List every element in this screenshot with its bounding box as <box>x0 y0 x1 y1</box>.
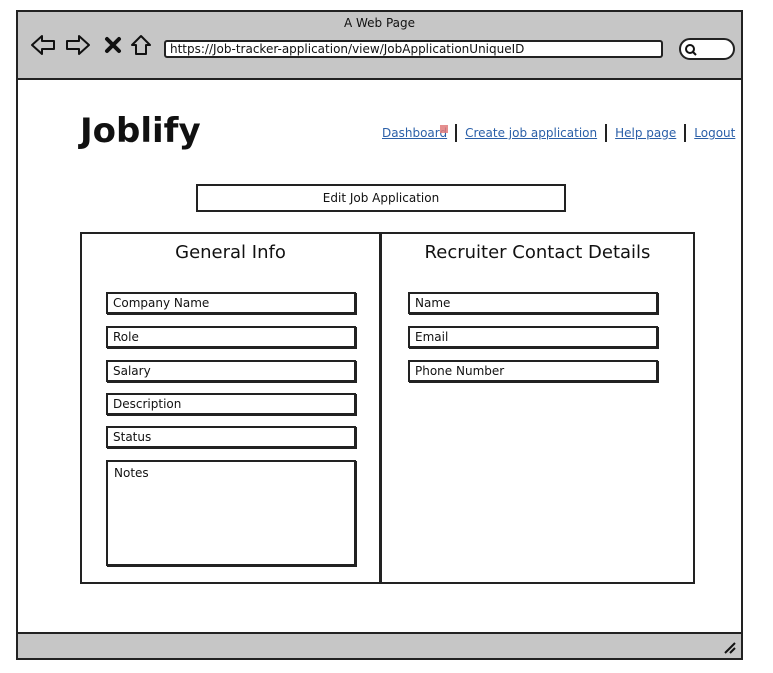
top-navigation: Dashboard Create job application Help pa… <box>382 124 735 142</box>
general-info-title: General Info <box>175 242 286 263</box>
description-field[interactable]: Description <box>106 393 356 415</box>
notes-textarea[interactable]: Notes <box>106 460 356 566</box>
browser-search-box[interactable] <box>679 38 735 60</box>
nav-divider <box>605 124 608 142</box>
nav-link-logout[interactable]: Logout <box>694 126 735 140</box>
nav-link-help-page[interactable]: Help page <box>615 126 676 140</box>
forward-arrow-icon[interactable] <box>65 32 91 58</box>
app-logo: Joblify <box>80 111 201 151</box>
window-title: A Web Page <box>343 16 416 30</box>
search-icon <box>685 44 697 56</box>
back-arrow-icon[interactable] <box>30 32 56 58</box>
browser-status-bar <box>18 632 741 658</box>
nav-link-create-job-application[interactable]: Create job application <box>465 126 597 140</box>
recruiter-contact-panel: Recruiter Contact Details Name Email Pho… <box>380 232 695 584</box>
company-name-field[interactable]: Company Name <box>106 292 356 314</box>
salary-field[interactable]: Salary <box>106 360 356 382</box>
address-bar[interactable]: https://Job-tracker-application/view/Job… <box>164 40 663 58</box>
home-icon[interactable] <box>128 32 154 58</box>
cursor-marker <box>440 125 449 133</box>
role-field[interactable]: Role <box>106 326 356 348</box>
recruiter-name-field[interactable]: Name <box>408 292 658 314</box>
close-x-icon[interactable] <box>100 32 126 58</box>
edit-job-application-button[interactable]: Edit Job Application <box>196 184 566 212</box>
recruiter-phone-field[interactable]: Phone Number <box>408 360 658 382</box>
browser-chrome: A Web Page https://Job-tracker-applicati… <box>18 12 741 80</box>
nav-divider <box>455 124 458 142</box>
page-content: Joblify Dashboard Create job application… <box>18 80 741 634</box>
resize-grip-icon[interactable] <box>721 641 737 655</box>
recruiter-email-field[interactable]: Email <box>408 326 658 348</box>
nav-link-dashboard[interactable]: Dashboard <box>382 126 447 140</box>
recruiter-contact-title: Recruiter Contact Details <box>424 242 651 263</box>
browser-window: A Web Page https://Job-tracker-applicati… <box>16 10 743 660</box>
status-field[interactable]: Status <box>106 426 356 448</box>
nav-dashboard-wrapper: Dashboard <box>382 125 449 140</box>
nav-divider <box>684 124 687 142</box>
general-info-panel: General Info Company Name Role Salary De… <box>80 232 381 584</box>
